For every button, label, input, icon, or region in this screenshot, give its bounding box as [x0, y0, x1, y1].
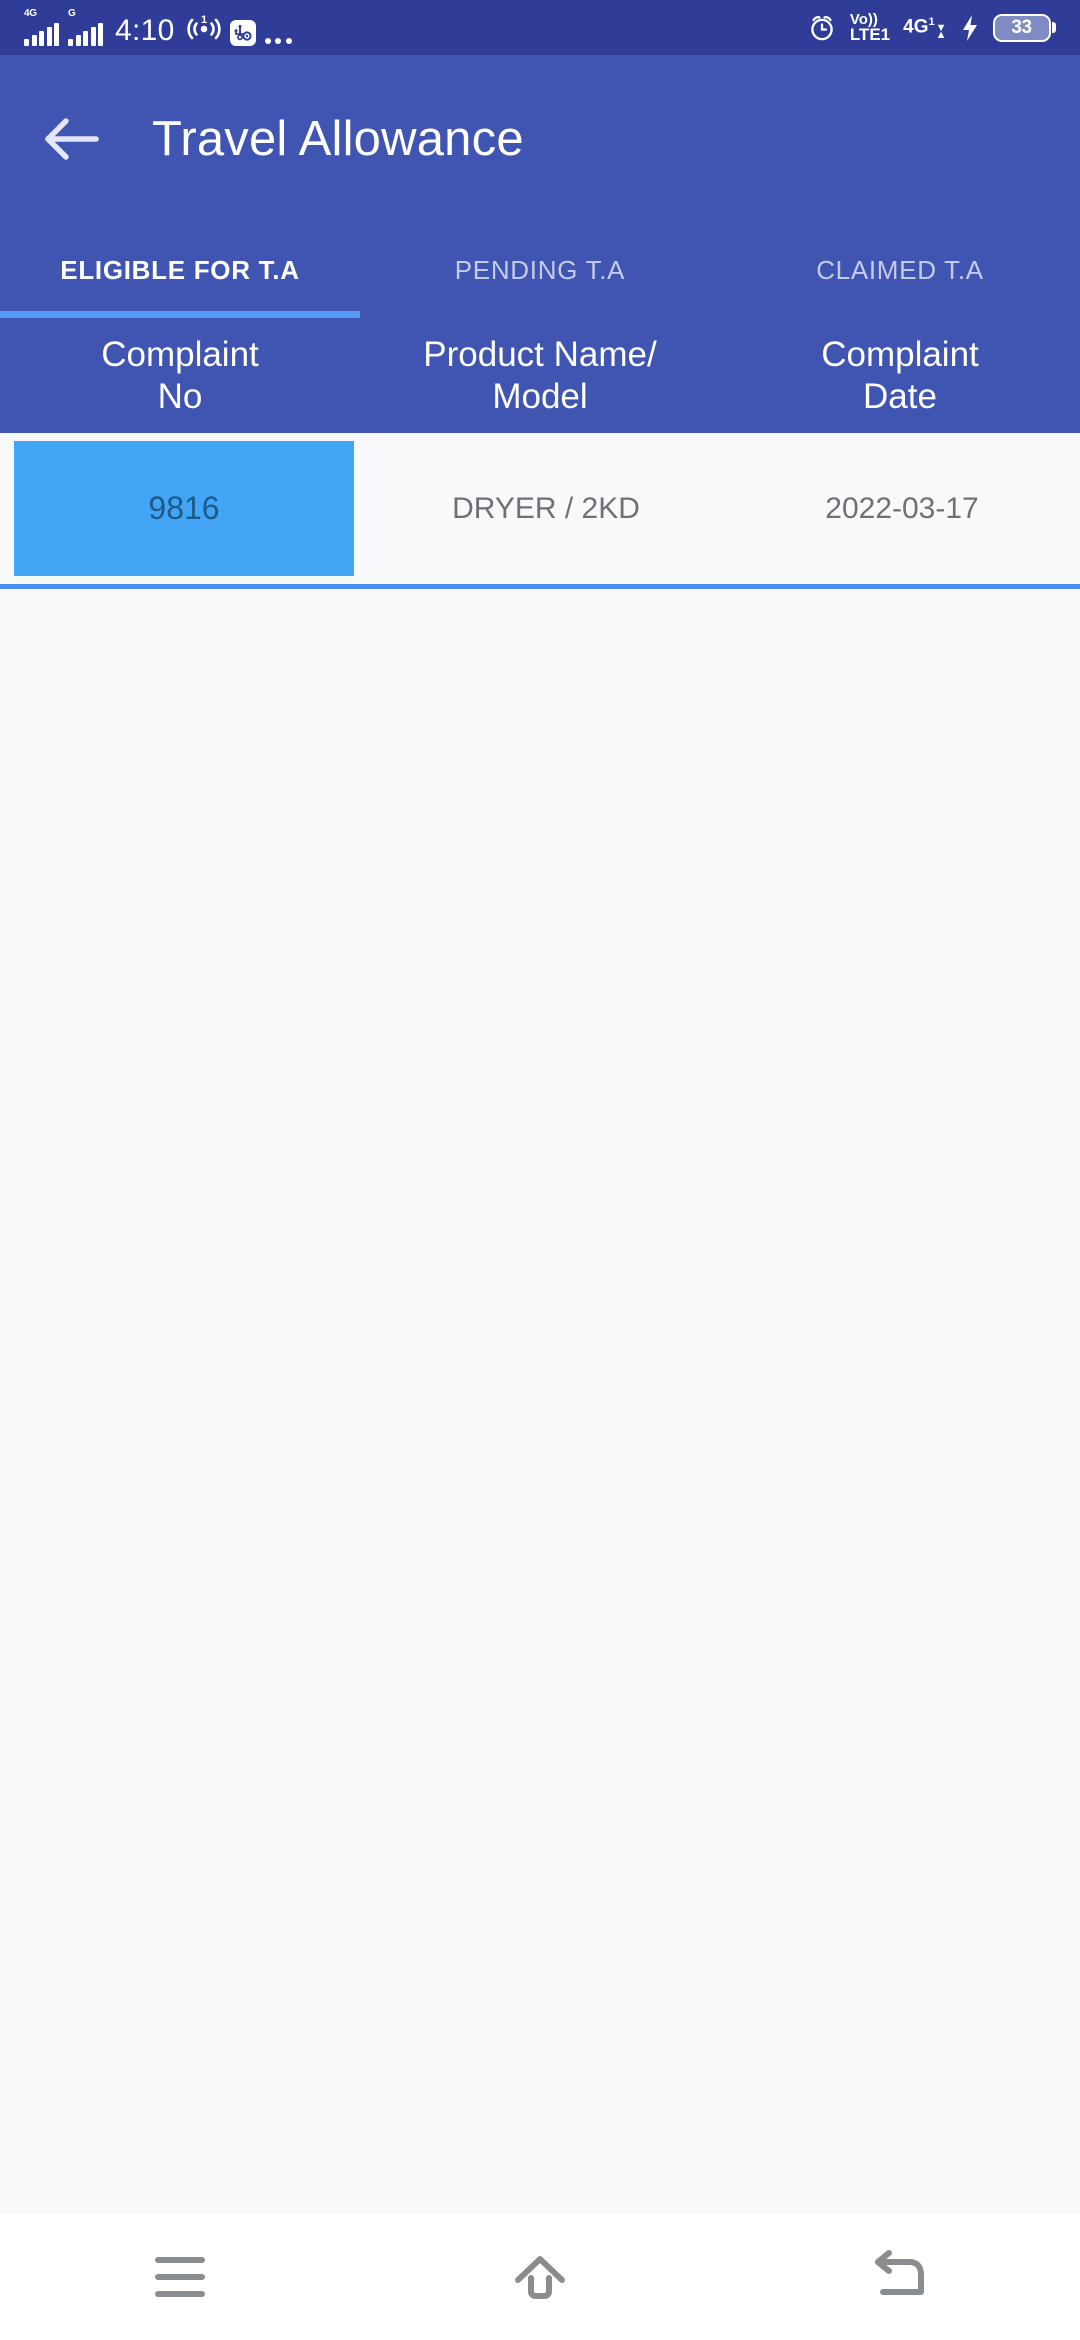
- app-bar: Travel Allowance: [0, 55, 1080, 222]
- status-bar-left: 4G G 4:10 1: [24, 9, 292, 46]
- volte-indicator: Vo)) LTE1: [849, 12, 891, 44]
- battery-body: 33: [992, 13, 1051, 42]
- battery-cap: [1052, 22, 1056, 33]
- signal-strength-primary: 4G: [24, 9, 59, 46]
- charging-bolt-icon: [960, 13, 980, 43]
- back-curved-arrow-icon[interactable]: [825, 2227, 975, 2327]
- tab-claimed-ta-label: CLAIMED T.A: [816, 254, 984, 285]
- table-row[interactable]: 9816 DRYER / 2KD 2022-03-17: [0, 433, 1080, 589]
- page-title: Travel Allowance: [152, 111, 524, 166]
- cell-complaint-no[interactable]: 9816: [0, 433, 368, 584]
- network-type-primary-text: 4G: [24, 8, 37, 19]
- battery-indicator: 33: [992, 13, 1056, 42]
- table-header-row: Complaint No Product Name/ Model Complai…: [0, 318, 1080, 433]
- app-root: 4G G 4:10 1 Vo)) LTE1 4G1 ▼ ▲ 33 Travel …: [0, 0, 1080, 2340]
- volte-bottom-text: LTE1: [849, 24, 891, 44]
- hotspot-count-text: 1: [201, 14, 207, 26]
- tab-bar: ELIGIBLE FOR T.A PENDING T.A CLAIMED T.A: [0, 222, 1080, 318]
- menu-lines-shape: [155, 2257, 205, 2297]
- back-arrow-icon[interactable]: [40, 107, 104, 171]
- tab-pending-ta-label: PENDING T.A: [454, 254, 626, 285]
- alarm-clock-icon: [807, 13, 837, 43]
- home-icon[interactable]: [465, 2227, 615, 2327]
- hotspot-icon: 1: [186, 14, 221, 46]
- tab-eligible-for-ta-label: ELIGIBLE FOR T.A: [60, 254, 300, 285]
- cell-product-name-model: DRYER / 2KD: [368, 433, 724, 584]
- tab-pending-ta[interactable]: PENDING T.A: [360, 222, 720, 318]
- column-header-product-name-model-line1: Product Name/: [423, 335, 657, 375]
- battery-level-text: 33: [1011, 16, 1032, 38]
- data-network-text: 4G: [903, 16, 929, 38]
- network-type-secondary-text: G: [68, 8, 76, 19]
- overflow-dots-icon: [264, 38, 292, 46]
- complaint-no-highlight-box[interactable]: 9816: [14, 441, 354, 576]
- column-header-product-name-model: Product Name/ Model: [360, 334, 720, 417]
- status-bar-right: Vo)) LTE1 4G1 ▼ ▲ 33: [807, 12, 1056, 44]
- data-network-label: 4G1: [903, 15, 935, 38]
- cell-complaint-no-text: 9816: [148, 490, 220, 526]
- network-type-secondary-label: G: [68, 8, 76, 24]
- menu-lines-icon[interactable]: [105, 2227, 255, 2327]
- column-header-complaint-date: Complaint Date: [720, 334, 1080, 417]
- column-header-complaint-date-line1: Complaint: [821, 335, 979, 375]
- data-network-sup: 1: [928, 15, 935, 28]
- status-bar-clock: 4:10: [115, 14, 175, 47]
- column-header-complaint-no: Complaint No: [0, 334, 360, 417]
- column-header-complaint-date-line2: Date: [863, 376, 937, 416]
- signal-strength-secondary: G: [68, 9, 103, 46]
- data-network-indicator: 4G1 ▼ ▲: [903, 15, 947, 41]
- data-arrows-icon: ▼ ▲: [935, 21, 947, 41]
- table-body: 9816 DRYER / 2KD 2022-03-17: [0, 433, 1080, 2214]
- signal-bars-secondary: [68, 23, 103, 46]
- column-header-complaint-no-line1: Complaint: [101, 335, 259, 375]
- column-header-product-name-model-line2: Model: [492, 376, 588, 416]
- usb-settings-icon: [229, 20, 256, 46]
- active-tab-indicator: [0, 311, 360, 318]
- cell-product-name-model-text: DRYER / 2KD: [452, 491, 640, 525]
- column-header-complaint-no-line2: No: [157, 376, 203, 416]
- cell-complaint-date: 2022-03-17: [724, 433, 1080, 584]
- signal-bars-primary: [24, 23, 59, 46]
- network-type-primary-label: 4G: [24, 9, 37, 24]
- cell-complaint-date-text: 2022-03-17: [825, 491, 979, 525]
- system-navigation-bar: [0, 2214, 1080, 2340]
- tab-eligible-for-ta[interactable]: ELIGIBLE FOR T.A: [0, 222, 360, 318]
- tab-claimed-ta[interactable]: CLAIMED T.A: [720, 222, 1080, 318]
- status-bar: 4G G 4:10 1 Vo)) LTE1 4G1 ▼ ▲ 33: [0, 0, 1080, 55]
